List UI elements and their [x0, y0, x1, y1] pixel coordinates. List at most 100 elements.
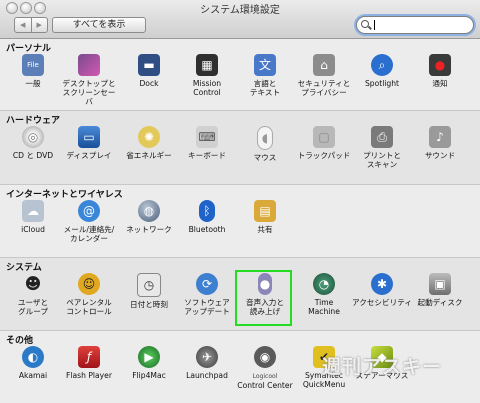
section-personal: パーソナル File 一般 デスクトップと スクリーンセーバ ▬ Dock ▦ … — [0, 39, 480, 111]
pref-label: Akamai — [18, 371, 48, 380]
time-machine-icon: ◔ — [313, 273, 335, 295]
pref-label: Mission Control — [192, 79, 222, 97]
pref-label: Dock — [139, 79, 159, 88]
pref-print-scan[interactable]: ⎙ プリントと スキャン — [352, 126, 412, 180]
pref-software-update[interactable]: ⟳ ソフトウェア アップデート — [177, 273, 237, 327]
show-all-button[interactable]: すべてを表示 — [52, 17, 146, 33]
pref-flash-player[interactable]: ƒ Flash Player — [59, 346, 119, 400]
text-caret — [374, 20, 375, 30]
accessibility-icon: ✱ — [371, 273, 393, 295]
pref-general[interactable]: File 一般 — [3, 54, 63, 108]
keyboard-icon: ⌨ — [196, 126, 218, 148]
pref-users-groups[interactable]: ☻ ユーザと グループ — [3, 273, 63, 327]
flash-player-icon: ƒ — [78, 346, 100, 368]
pref-icloud[interactable]: ☁ iCloud — [3, 200, 63, 254]
back-button[interactable]: ◀ — [15, 18, 31, 32]
forward-button[interactable]: ▶ — [30, 18, 48, 32]
pref-mouse[interactable]: ◖ マウス — [235, 126, 295, 180]
sound-icon: ♪ — [429, 126, 451, 148]
pref-launchpad[interactable]: ✈ Launchpad — [177, 346, 237, 400]
akamai-icon: ◐ — [22, 346, 44, 368]
pref-label: デスクトップと スクリーンセーバ — [62, 79, 116, 106]
section-title: システム — [6, 263, 42, 273]
mail-contacts-icon: @ — [78, 200, 100, 222]
navigation-buttons: ◀ ▶ — [14, 17, 48, 33]
pref-language-text[interactable]: 文 言語と テキスト — [235, 54, 295, 108]
pref-mail-contacts-calendars[interactable]: @ メール/連絡先/ カレンダー — [59, 200, 119, 254]
flip4mac-icon: ▶ — [138, 346, 160, 368]
display-icon: ▭ — [78, 126, 100, 148]
pref-label: Logicool Control Center — [235, 371, 295, 390]
pref-notifications[interactable]: ● 通知 — [410, 54, 470, 108]
section-internet-wireless: インターネットとワイヤレス ☁ iCloud @ メール/連絡先/ カレンダー … — [0, 185, 480, 258]
pref-energy-saver[interactable]: ✺ 省エネルギー — [119, 126, 179, 180]
window-title: システム環境設定 — [200, 5, 280, 16]
section-title: パーソナル — [6, 44, 52, 54]
general-icon: File — [22, 54, 44, 76]
pref-mission-control[interactable]: ▦ Mission Control — [177, 54, 237, 108]
parental-controls-icon: ☺ — [78, 273, 100, 295]
pref-label: セキュリティと プライバシー — [297, 79, 351, 97]
pref-label: トラックパッド — [297, 151, 351, 160]
pref-dock[interactable]: ▬ Dock — [119, 54, 179, 108]
pref-cd-dvd[interactable]: ◎ CD と DVD — [3, 126, 63, 180]
pref-desktop-screensaver[interactable]: デスクトップと スクリーンセーバ — [59, 54, 119, 108]
pref-label: マウス — [253, 153, 277, 162]
pref-sound[interactable]: ♪ サウンド — [410, 126, 470, 180]
pref-label: Launchpad — [186, 371, 228, 380]
pref-date-time[interactable]: ◷ 日付と時刻 — [119, 273, 179, 327]
section-hardware: ハードウェア ◎ CD と DVD ▭ ディスプレイ ✺ 省エネルギー ⌨ キー… — [0, 111, 480, 185]
pref-time-machine[interactable]: ◔ Time Machine — [294, 273, 354, 327]
pref-label: Flash Player — [66, 371, 112, 380]
search-icon — [361, 20, 369, 28]
pref-label: 一般 — [25, 79, 41, 88]
pref-akamai[interactable]: ◐ Akamai — [3, 346, 63, 400]
pref-label: 言語と テキスト — [249, 79, 281, 97]
search-input[interactable] — [356, 16, 474, 34]
pref-label: 起動ディスク — [417, 298, 463, 307]
launchpad-icon: ✈ — [196, 346, 218, 368]
section-title: その他 — [6, 336, 34, 346]
spotlight-icon: ⌕ — [371, 54, 393, 76]
pref-sharing[interactable]: ▤ 共有 — [235, 200, 295, 254]
pref-label: Spotlight — [364, 79, 400, 88]
mouse-icon: ◖ — [257, 126, 273, 150]
date-time-icon: ◷ — [137, 273, 161, 297]
pref-label: メール/連絡先/ カレンダー — [63, 225, 115, 243]
icloud-icon: ☁ — [22, 200, 44, 222]
pref-flip4mac[interactable]: ▶ Flip4Mac — [119, 346, 179, 400]
trackpad-icon: ▢ — [313, 126, 335, 148]
pref-trackpad[interactable]: ▢ トラックパッド — [294, 126, 354, 180]
print-scan-icon: ⎙ — [371, 126, 393, 148]
pref-label: プリントと スキャン — [363, 151, 401, 169]
pref-network[interactable]: ◍ ネットワーク — [119, 200, 179, 254]
users-groups-icon: ☻ — [24, 274, 42, 293]
pref-spotlight[interactable]: ⌕ Spotlight — [352, 54, 412, 108]
sharing-folder-icon: ▤ — [254, 200, 276, 222]
pref-label: 日付と時刻 — [130, 300, 168, 309]
pref-label: ソフトウェア アップデート — [184, 298, 230, 316]
pref-label: Bluetooth — [188, 225, 226, 234]
pref-label: 共有 — [257, 225, 273, 234]
security-house-icon: ⌂ — [313, 54, 335, 76]
pref-label: アクセシビリティ — [352, 298, 412, 307]
pref-logicool-control-center[interactable]: ◉ Logicool Control Center — [235, 346, 295, 400]
pref-label: ディスプレイ — [66, 151, 112, 160]
pref-label: サウンド — [424, 151, 456, 160]
pref-keyboard[interactable]: ⌨ キーボード — [177, 126, 237, 180]
pref-label: 省エネルギー — [126, 151, 172, 160]
notifications-icon: ● — [429, 54, 451, 76]
pref-display[interactable]: ▭ ディスプレイ — [59, 126, 119, 180]
watermark-text: 週刊アスキー — [322, 356, 443, 378]
pref-label: Time Machine — [308, 298, 340, 316]
pref-parental-controls[interactable]: ☺ ペアレンタル コントロール — [59, 273, 119, 327]
pref-bluetooth[interactable]: ᛒ Bluetooth — [177, 200, 237, 254]
network-globe-icon: ◍ — [138, 200, 160, 222]
software-update-icon: ⟳ — [196, 273, 218, 295]
pref-security-privacy[interactable]: ⌂ セキュリティと プライバシー — [294, 54, 354, 108]
pref-label: キーボード — [188, 151, 226, 160]
pref-label: ネットワーク — [126, 225, 172, 234]
pref-accessibility[interactable]: ✱ アクセシビリティ — [352, 273, 412, 327]
pref-startup-disk[interactable]: ▣ 起動ディスク — [410, 273, 470, 327]
language-text-icon: 文 — [254, 54, 276, 76]
